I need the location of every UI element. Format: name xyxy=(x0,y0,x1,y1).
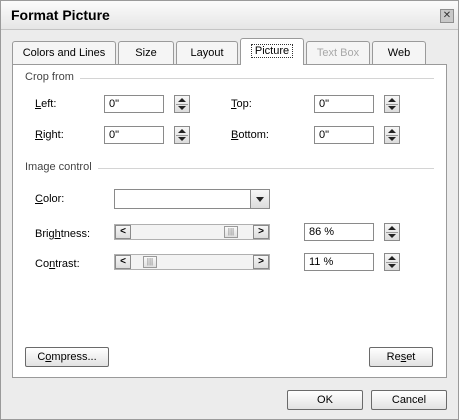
spin-up-icon[interactable] xyxy=(388,98,396,102)
crop-top-input[interactable]: 0" xyxy=(314,95,374,113)
brightness-slider-thumb[interactable]: ||| xyxy=(224,226,238,238)
tab-text-box: Text Box xyxy=(306,41,370,64)
crop-section-title: Crop from xyxy=(25,71,80,83)
chevron-down-icon[interactable] xyxy=(250,190,269,208)
image-control-section-title: Image control xyxy=(25,161,98,173)
crop-right-spinner[interactable] xyxy=(174,126,190,144)
spin-down-icon[interactable] xyxy=(178,106,186,110)
brightness-label: Brightness: xyxy=(35,228,91,240)
crop-left-input[interactable]: 0" xyxy=(104,95,164,113)
spin-up-icon[interactable] xyxy=(388,129,396,133)
spin-up-icon[interactable] xyxy=(178,98,186,102)
brightness-input[interactable]: 86 % xyxy=(304,223,374,241)
slider-left-arrow-icon[interactable]: < xyxy=(115,225,131,239)
crop-right-input[interactable]: 0" xyxy=(104,126,164,144)
window-title: Format Picture xyxy=(11,7,110,23)
tab-picture[interactable]: Picture xyxy=(240,38,304,65)
format-picture-dialog: Format Picture ✕ Colors and Lines Size L… xyxy=(0,0,459,420)
reset-button[interactable]: Reset xyxy=(369,347,433,367)
close-button[interactable]: ✕ xyxy=(440,9,454,23)
crop-top-label: Top: xyxy=(231,98,252,110)
crop-top-spinner[interactable] xyxy=(384,95,400,113)
picture-tab-panel: Crop from Left: 0" Top: 0" Right: 0" Bot… xyxy=(12,64,447,378)
contrast-input[interactable]: 11 % xyxy=(304,253,374,271)
contrast-label: Contrast: xyxy=(35,258,80,270)
spin-down-icon[interactable] xyxy=(388,264,396,268)
compress-button[interactable]: Compress... xyxy=(25,347,109,367)
crop-section-divider xyxy=(25,78,434,79)
spin-down-icon[interactable] xyxy=(178,137,186,141)
spin-down-icon[interactable] xyxy=(388,106,396,110)
cancel-button[interactable]: Cancel xyxy=(371,390,447,410)
contrast-slider-thumb[interactable]: ||| xyxy=(143,256,157,268)
contrast-slider[interactable]: < ||| > xyxy=(114,254,270,270)
tab-web[interactable]: Web xyxy=(372,41,426,64)
crop-left-spinner[interactable] xyxy=(174,95,190,113)
crop-bottom-spinner[interactable] xyxy=(384,126,400,144)
crop-left-label: Left: xyxy=(35,98,57,110)
slider-left-arrow-icon[interactable]: < xyxy=(115,255,131,269)
spin-up-icon[interactable] xyxy=(388,226,396,230)
slider-right-arrow-icon[interactable]: > xyxy=(253,225,269,239)
color-label: Color: xyxy=(35,193,65,205)
brightness-spinner[interactable] xyxy=(384,223,400,241)
crop-right-label: Right: xyxy=(35,129,64,141)
contrast-spinner[interactable] xyxy=(384,253,400,271)
slider-right-arrow-icon[interactable]: > xyxy=(253,255,269,269)
spin-down-icon[interactable] xyxy=(388,234,396,238)
tab-size[interactable]: Size xyxy=(118,41,174,64)
crop-bottom-input[interactable]: 0" xyxy=(314,126,374,144)
tab-layout[interactable]: Layout xyxy=(176,41,238,64)
brightness-slider[interactable]: < ||| > xyxy=(114,224,270,240)
tab-colors-and-lines[interactable]: Colors and Lines xyxy=(12,41,116,64)
crop-bottom-label: Bottom: xyxy=(231,129,269,141)
color-dropdown[interactable] xyxy=(114,189,270,209)
spin-down-icon[interactable] xyxy=(388,137,396,141)
spin-up-icon[interactable] xyxy=(388,256,396,260)
spin-up-icon[interactable] xyxy=(178,129,186,133)
title-bar[interactable]: Format Picture ✕ xyxy=(1,1,458,30)
ok-button[interactable]: OK xyxy=(287,390,363,410)
